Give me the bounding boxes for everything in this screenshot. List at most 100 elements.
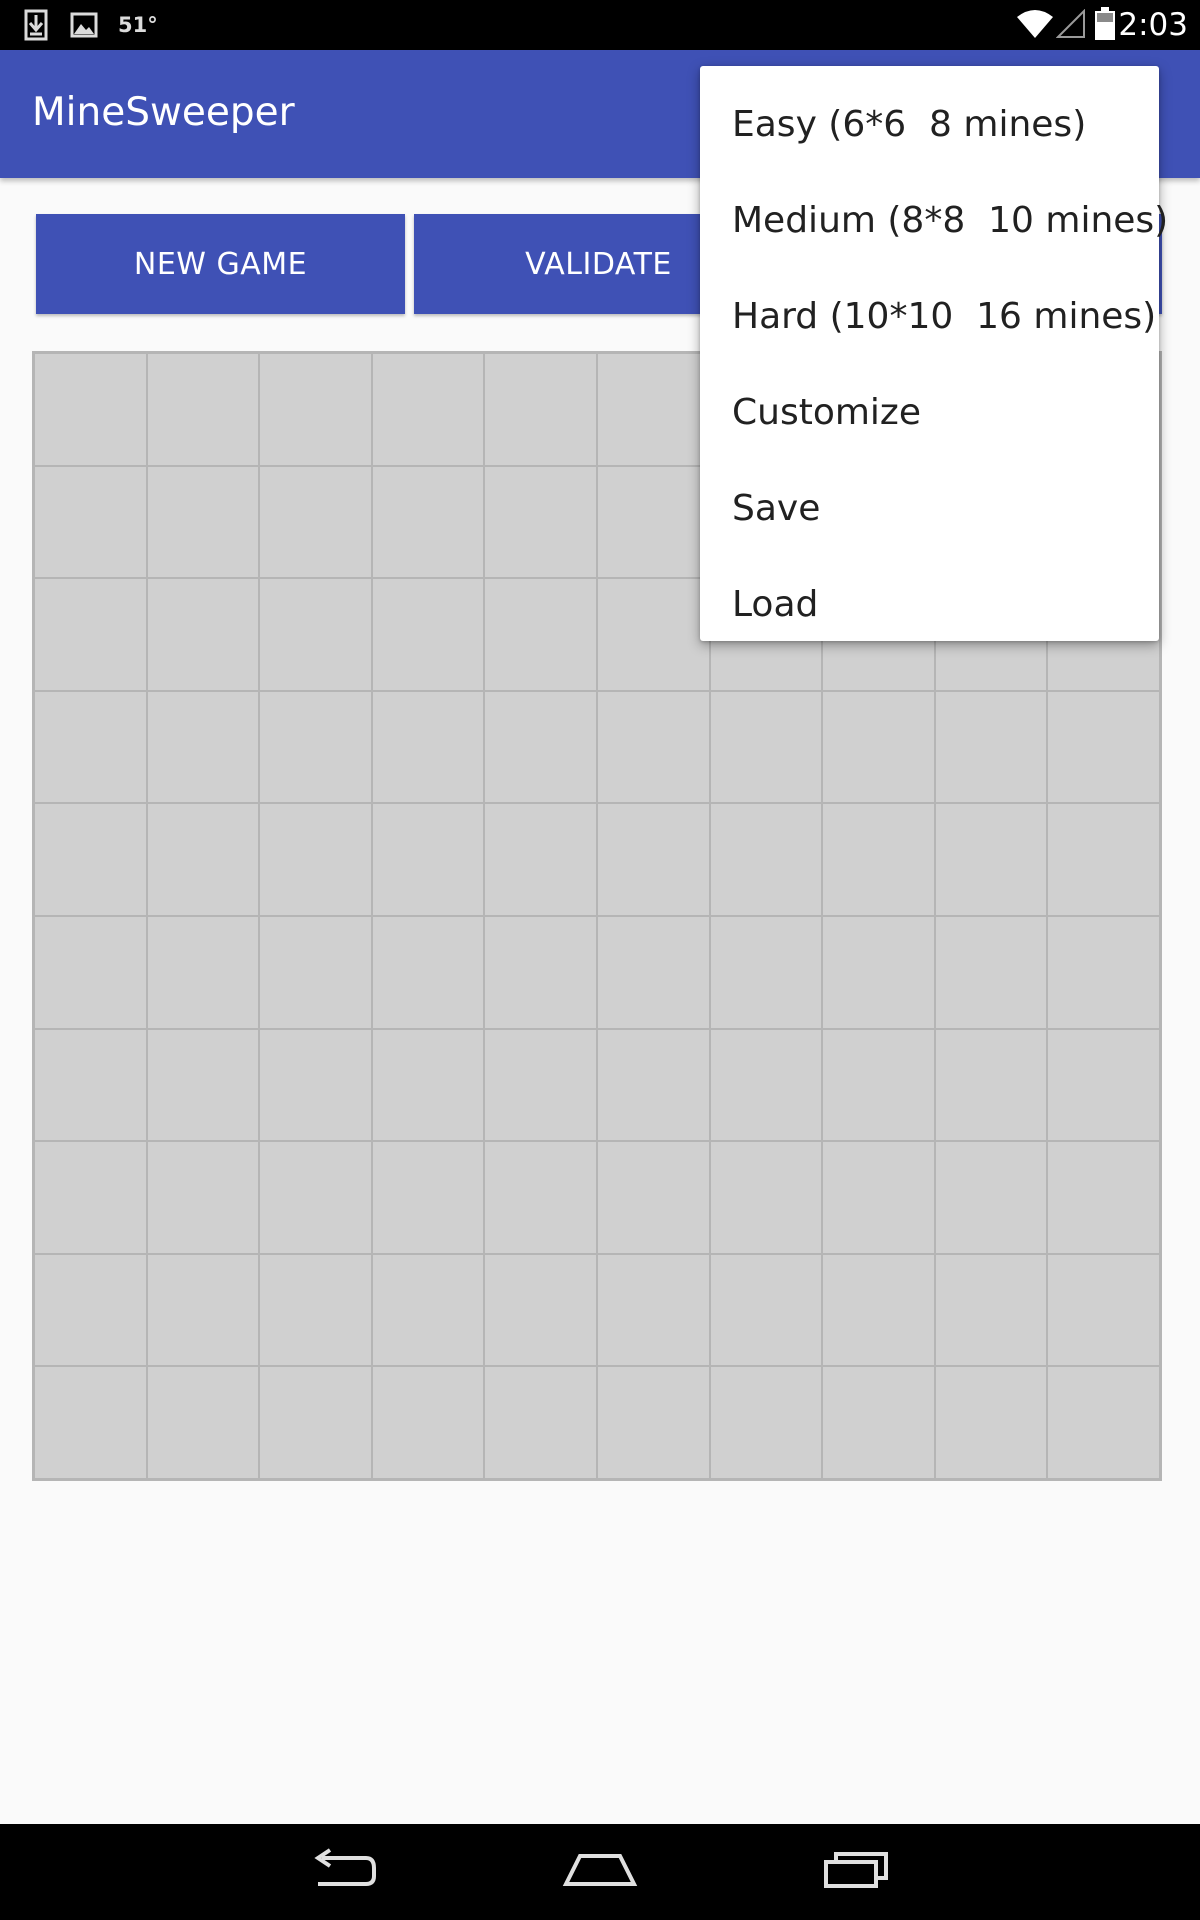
board-cell[interactable] — [35, 1254, 146, 1366]
board-cell[interactable] — [485, 579, 596, 690]
home-icon[interactable] — [562, 1848, 638, 1898]
board-cell[interactable] — [260, 466, 371, 578]
board-cell[interactable] — [147, 916, 259, 1028]
board-cell[interactable] — [823, 804, 934, 915]
board-cell[interactable] — [35, 691, 146, 803]
board-cell[interactable] — [35, 1029, 146, 1141]
new-game-button[interactable]: NEW GAME — [36, 214, 405, 314]
board-cell[interactable] — [147, 1254, 259, 1366]
board-cell[interactable] — [823, 1142, 934, 1253]
board-cell[interactable] — [485, 916, 596, 1028]
board-cell[interactable] — [597, 804, 709, 915]
menu-item-easy[interactable]: Easy (6*6 8 mines) — [700, 76, 1159, 172]
board-cell[interactable] — [710, 1142, 822, 1253]
board-cell[interactable] — [597, 1367, 709, 1478]
board-cell[interactable] — [597, 579, 709, 690]
board-cell[interactable] — [260, 1029, 371, 1141]
board-cell[interactable] — [485, 804, 596, 915]
board-cell[interactable] — [710, 691, 822, 803]
board-cell[interactable] — [260, 354, 371, 465]
board-cell[interactable] — [35, 466, 146, 578]
board-cell[interactable] — [372, 1029, 484, 1141]
board-cell[interactable] — [147, 1367, 259, 1478]
board-cell[interactable] — [372, 916, 484, 1028]
menu-item-hard[interactable]: Hard (10*10 16 mines) — [700, 268, 1159, 364]
board-cell[interactable] — [597, 1029, 709, 1141]
board-cell[interactable] — [597, 466, 709, 578]
board-cell[interactable] — [147, 1029, 259, 1141]
board-cell[interactable] — [1048, 804, 1159, 915]
board-cell[interactable] — [1048, 1029, 1159, 1141]
board-cell[interactable] — [597, 691, 709, 803]
board-cell[interactable] — [372, 1367, 484, 1478]
board-cell[interactable] — [485, 1029, 596, 1141]
board-cell[interactable] — [597, 916, 709, 1028]
board-cell[interactable] — [147, 579, 259, 690]
back-icon[interactable] — [308, 1848, 378, 1898]
board-cell[interactable] — [935, 1029, 1047, 1141]
menu-item-medium[interactable]: Medium (8*8 10 mines) — [700, 172, 1168, 268]
board-cell[interactable] — [710, 916, 822, 1028]
board-cell[interactable] — [935, 1142, 1047, 1253]
board-cell[interactable] — [1048, 1367, 1159, 1478]
board-cell[interactable] — [823, 1254, 934, 1366]
board-cell[interactable] — [485, 1367, 596, 1478]
board-cell[interactable] — [935, 916, 1047, 1028]
board-cell[interactable] — [485, 1142, 596, 1253]
board-cell[interactable] — [935, 1254, 1047, 1366]
board-cell[interactable] — [597, 1142, 709, 1253]
menu-item-load[interactable]: Load — [700, 556, 1159, 652]
board-cell[interactable] — [35, 1142, 146, 1253]
board-cell[interactable] — [147, 691, 259, 803]
board-cell[interactable] — [485, 354, 596, 465]
board-cell[interactable] — [1048, 1142, 1159, 1253]
board-cell[interactable] — [372, 354, 484, 465]
board-cell[interactable] — [147, 354, 259, 465]
clock-text: 2:03 — [1118, 7, 1188, 43]
board-cell[interactable] — [260, 1367, 371, 1478]
recent-apps-icon[interactable] — [822, 1848, 892, 1898]
board-cell[interactable] — [372, 804, 484, 915]
board-cell[interactable] — [372, 1142, 484, 1253]
board-cell[interactable] — [710, 804, 822, 915]
board-cell[interactable] — [260, 804, 371, 915]
board-cell[interactable] — [260, 1254, 371, 1366]
board-cell[interactable] — [35, 916, 146, 1028]
board-cell[interactable] — [147, 804, 259, 915]
board-cell[interactable] — [35, 804, 146, 915]
board-cell[interactable] — [260, 916, 371, 1028]
board-cell[interactable] — [710, 1367, 822, 1478]
board-cell[interactable] — [35, 579, 146, 690]
board-cell[interactable] — [260, 691, 371, 803]
board-cell[interactable] — [35, 1367, 146, 1478]
board-cell[interactable] — [710, 1029, 822, 1141]
board-cell[interactable] — [935, 1367, 1047, 1478]
board-cell[interactable] — [597, 354, 709, 465]
board-cell[interactable] — [35, 354, 146, 465]
board-cell[interactable] — [710, 1254, 822, 1366]
board-cell[interactable] — [147, 1142, 259, 1253]
board-cell[interactable] — [935, 804, 1047, 915]
board-cell[interactable] — [485, 691, 596, 803]
board-cell[interactable] — [485, 466, 596, 578]
board-cell[interactable] — [1048, 916, 1159, 1028]
board-cell[interactable] — [372, 579, 484, 690]
board-cell[interactable] — [260, 1142, 371, 1253]
board-cell[interactable] — [1048, 1254, 1159, 1366]
board-cell[interactable] — [597, 1254, 709, 1366]
board-cell[interactable] — [485, 1254, 596, 1366]
board-cell[interactable] — [1048, 691, 1159, 803]
download-icon — [24, 9, 48, 45]
board-cell[interactable] — [372, 1254, 484, 1366]
board-cell[interactable] — [260, 579, 371, 690]
board-cell[interactable] — [823, 916, 934, 1028]
board-cell[interactable] — [372, 691, 484, 803]
board-cell[interactable] — [823, 1367, 934, 1478]
menu-item-save[interactable]: Save — [700, 460, 1159, 556]
board-cell[interactable] — [372, 466, 484, 578]
menu-item-customize[interactable]: Customize — [700, 364, 1159, 460]
board-cell[interactable] — [823, 691, 934, 803]
board-cell[interactable] — [935, 691, 1047, 803]
board-cell[interactable] — [147, 466, 259, 578]
board-cell[interactable] — [823, 1029, 934, 1141]
